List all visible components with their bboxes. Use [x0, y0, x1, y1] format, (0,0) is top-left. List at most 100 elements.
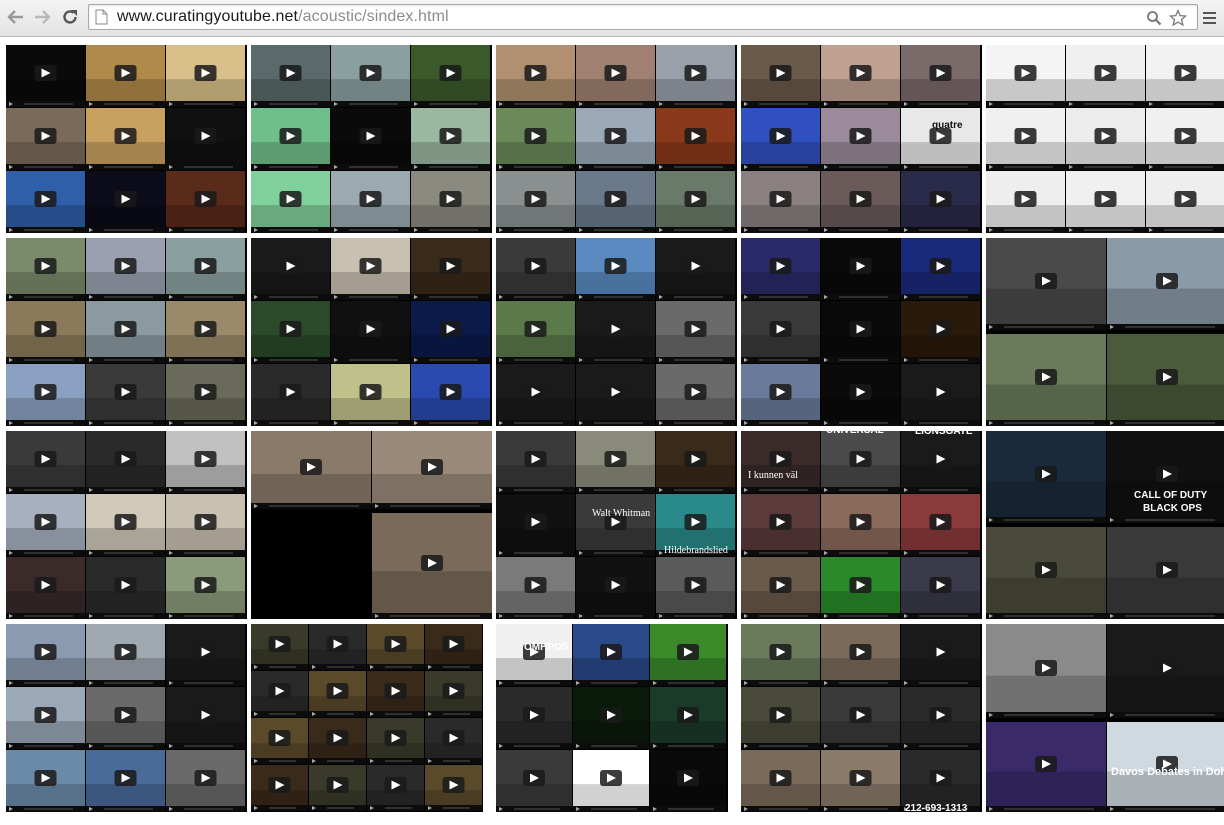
play-button-icon[interactable] — [604, 577, 627, 593]
play-button-icon[interactable] — [359, 258, 382, 274]
player-controls[interactable] — [251, 357, 330, 363]
player-controls[interactable] — [573, 743, 649, 749]
play-button-icon[interactable] — [677, 644, 699, 660]
playlist-faces[interactable] — [496, 238, 737, 426]
player-controls[interactable] — [576, 613, 655, 619]
playlist-games[interactable] — [986, 431, 1224, 619]
playlist-planets[interactable] — [6, 45, 247, 233]
player-controls[interactable] — [496, 357, 575, 363]
player-controls[interactable] — [166, 420, 245, 426]
play-button-icon[interactable] — [849, 384, 872, 400]
player-controls[interactable] — [576, 101, 655, 107]
player-controls[interactable] — [1107, 712, 1224, 718]
player-controls[interactable] — [821, 550, 900, 556]
play-button-icon[interactable] — [604, 128, 627, 144]
play-button-icon[interactable] — [279, 191, 302, 207]
player-controls[interactable] — [821, 680, 900, 686]
play-button-icon[interactable] — [849, 258, 872, 274]
player-controls[interactable] — [251, 227, 330, 233]
playlist-records[interactable] — [251, 624, 483, 812]
player-controls[interactable] — [821, 164, 900, 170]
play-button-icon[interactable] — [849, 707, 872, 723]
player-controls[interactable] — [496, 294, 575, 300]
player-controls[interactable] — [656, 294, 735, 300]
play-button-icon[interactable] — [769, 258, 792, 274]
player-controls[interactable] — [901, 227, 980, 233]
player-controls[interactable] — [573, 680, 649, 686]
play-button-icon[interactable] — [194, 514, 217, 530]
playlist-anonymous[interactable] — [496, 624, 728, 812]
play-button-icon[interactable] — [442, 636, 465, 652]
play-button-icon[interactable] — [194, 258, 217, 274]
player-controls[interactable] — [741, 806, 820, 812]
play-button-icon[interactable] — [114, 577, 137, 593]
play-button-icon[interactable] — [523, 707, 545, 723]
play-button-icon[interactable] — [439, 321, 462, 337]
play-button-icon[interactable] — [524, 514, 547, 530]
player-controls[interactable] — [166, 487, 245, 493]
back-button[interactable] — [4, 5, 28, 29]
play-button-icon[interactable] — [442, 683, 465, 699]
player-controls[interactable] — [576, 294, 655, 300]
play-button-icon[interactable] — [442, 777, 465, 793]
player-controls[interactable] — [86, 164, 165, 170]
player-controls[interactable] — [86, 420, 165, 426]
player-controls[interactable] — [576, 487, 655, 493]
play-button-icon[interactable] — [1035, 273, 1057, 289]
play-button-icon[interactable] — [849, 65, 872, 81]
player-controls[interactable] — [166, 164, 245, 170]
play-button-icon[interactable] — [384, 683, 407, 699]
player-controls[interactable] — [6, 743, 85, 749]
player-controls[interactable] — [1066, 227, 1145, 233]
player-controls[interactable] — [496, 101, 575, 107]
player-controls[interactable] — [496, 420, 575, 426]
player-controls[interactable] — [986, 613, 1106, 619]
player-controls[interactable] — [1107, 517, 1224, 523]
play-button-icon[interactable] — [300, 459, 322, 475]
player-controls[interactable] — [309, 664, 366, 670]
player-controls[interactable] — [6, 357, 85, 363]
play-button-icon[interactable] — [359, 128, 382, 144]
play-button-icon[interactable] — [384, 636, 407, 652]
player-controls[interactable] — [986, 227, 1065, 233]
play-button-icon[interactable] — [279, 258, 302, 274]
player-controls[interactable] — [411, 357, 490, 363]
player-controls[interactable] — [251, 758, 308, 764]
play-button-icon[interactable] — [194, 128, 217, 144]
player-controls[interactable] — [86, 680, 165, 686]
player-controls[interactable] — [986, 712, 1106, 718]
play-button-icon[interactable] — [684, 191, 707, 207]
play-button-icon[interactable] — [929, 577, 952, 593]
play-button-icon[interactable] — [769, 128, 792, 144]
player-controls[interactable] — [251, 503, 371, 509]
player-controls[interactable] — [251, 420, 330, 426]
play-button-icon[interactable] — [604, 451, 627, 467]
player-controls[interactable] — [6, 420, 85, 426]
play-button-icon[interactable] — [439, 384, 462, 400]
play-button-icon[interactable] — [1014, 128, 1037, 144]
bookmark-button[interactable] — [1169, 9, 1187, 27]
play-button-icon[interactable] — [114, 451, 137, 467]
playlist-counting[interactable] — [741, 45, 982, 233]
player-controls[interactable] — [741, 294, 820, 300]
play-button-icon[interactable] — [1094, 128, 1117, 144]
player-controls[interactable] — [166, 680, 245, 686]
player-controls[interactable] — [901, 806, 980, 812]
player-controls[interactable] — [372, 503, 492, 509]
play-button-icon[interactable] — [1156, 369, 1178, 385]
play-button-icon[interactable] — [849, 321, 872, 337]
playlist-modems[interactable] — [251, 238, 492, 426]
play-button-icon[interactable] — [1174, 128, 1197, 144]
play-button-icon[interactable] — [769, 514, 792, 530]
playlist-debates[interactable] — [986, 624, 1224, 812]
play-button-icon[interactable] — [34, 384, 57, 400]
player-controls[interactable] — [576, 227, 655, 233]
play-button-icon[interactable] — [524, 258, 547, 274]
play-button-icon[interactable] — [849, 191, 872, 207]
player-controls[interactable] — [656, 487, 735, 493]
chrome-menu-button[interactable] — [1200, 8, 1220, 28]
player-controls[interactable] — [309, 805, 366, 811]
play-button-icon[interactable] — [849, 770, 872, 786]
player-controls[interactable] — [901, 164, 980, 170]
play-button-icon[interactable] — [279, 65, 302, 81]
